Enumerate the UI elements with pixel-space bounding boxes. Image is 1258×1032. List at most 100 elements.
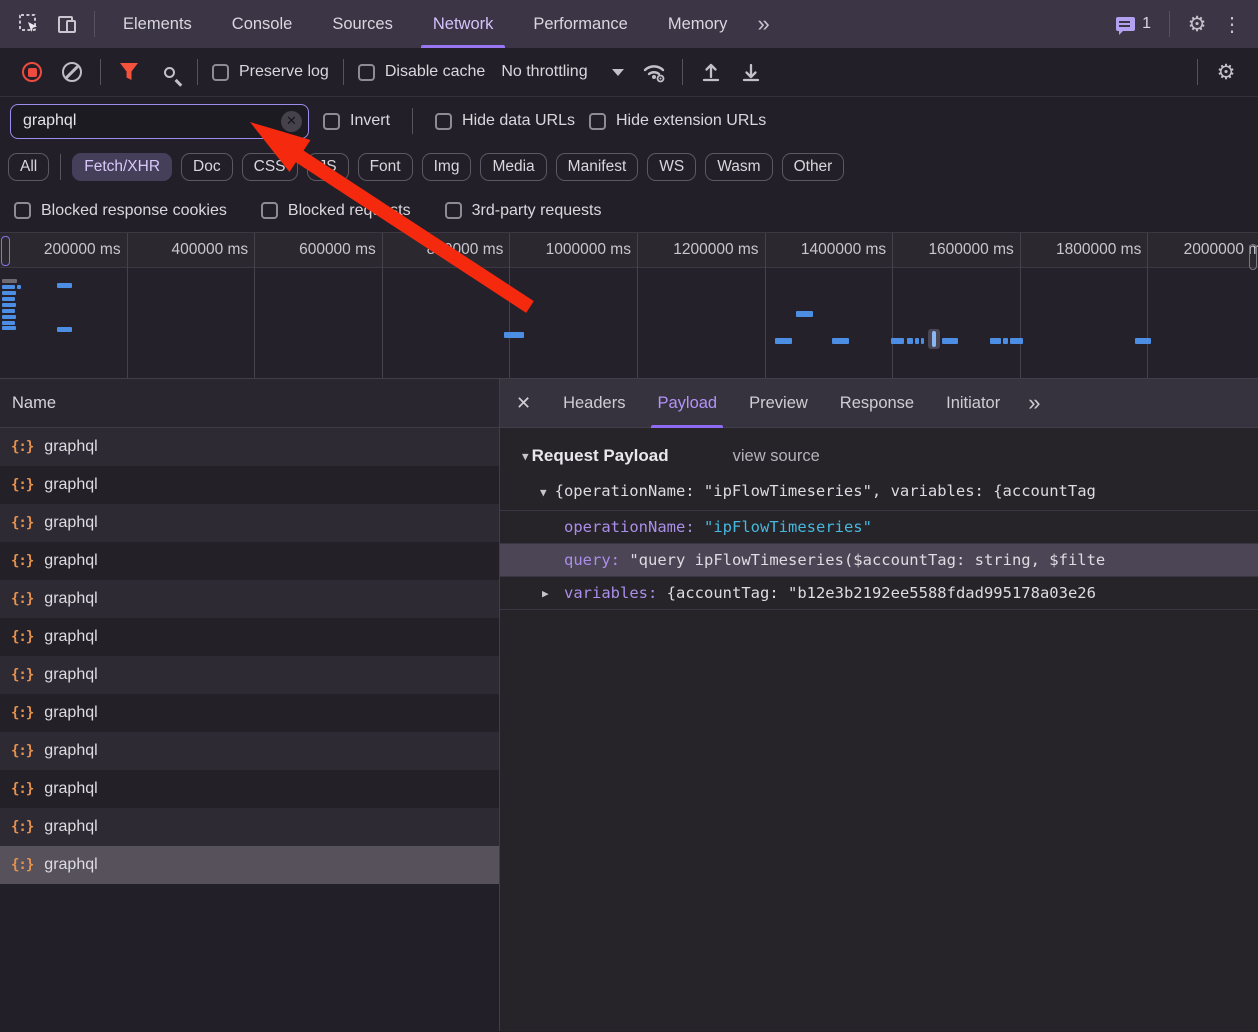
- filter-input[interactable]: [10, 104, 309, 139]
- request-row[interactable]: {:}graphql: [0, 580, 499, 618]
- request-row[interactable]: {:}graphql: [0, 694, 499, 732]
- timeline-bar: [915, 338, 919, 344]
- checkbox-box[interactable]: [435, 113, 452, 130]
- invert-checkbox[interactable]: Invert: [323, 112, 390, 130]
- request-payload-section[interactable]: ▼ Request Payload view source: [500, 440, 1258, 476]
- settings-gear-icon[interactable]: ⚙: [1182, 9, 1212, 39]
- chip-font[interactable]: Font: [358, 153, 413, 181]
- tab-memory[interactable]: Memory: [648, 0, 748, 48]
- third-party-requests-checkbox[interactable]: 3rd-party requests: [445, 202, 602, 220]
- issues-counter[interactable]: 1: [1116, 15, 1151, 33]
- request-row[interactable]: {:}graphql: [0, 428, 499, 466]
- tab-sources[interactable]: Sources: [312, 0, 413, 48]
- divider: [412, 108, 413, 134]
- divider: [60, 154, 61, 180]
- chip-wasm[interactable]: Wasm: [705, 153, 772, 181]
- chip-doc[interactable]: Doc: [181, 153, 233, 181]
- request-row[interactable]: {:}graphql: [0, 808, 499, 846]
- name-column-header[interactable]: Name: [0, 379, 499, 428]
- kebab-menu-icon[interactable]: ⋮: [1216, 12, 1248, 37]
- request-row[interactable]: {:}graphql: [0, 504, 499, 542]
- device-toolbar-icon[interactable]: [52, 9, 82, 39]
- json-braces-icon: {:}: [11, 705, 33, 721]
- hide-extension-urls-checkbox[interactable]: Hide extension URLs: [589, 112, 766, 130]
- checkbox-box[interactable]: [323, 113, 340, 130]
- request-row[interactable]: {:}graphql: [0, 542, 499, 580]
- payload-root-node[interactable]: ▼{operationName: "ipFlowTimeseries", var…: [500, 476, 1258, 510]
- clear-filter-icon[interactable]: ✕: [281, 111, 302, 132]
- chip-ws[interactable]: WS: [647, 153, 696, 181]
- tab-network[interactable]: Network: [413, 0, 514, 48]
- blocked-requests-checkbox[interactable]: Blocked requests: [261, 202, 411, 220]
- checkbox-box[interactable]: [589, 113, 606, 130]
- view-source-link[interactable]: view source: [733, 447, 820, 466]
- disable-cache-checkbox[interactable]: Disable cache: [358, 63, 486, 81]
- chip-js[interactable]: JS: [307, 153, 349, 181]
- tab-initiator[interactable]: Initiator: [930, 379, 1016, 428]
- divider: [100, 59, 101, 85]
- request-row[interactable]: {:}graphql: [0, 656, 499, 694]
- network-conditions-icon[interactable]: [639, 57, 669, 87]
- request-row[interactable]: {:}graphql: [0, 732, 499, 770]
- request-row[interactable]: {:}graphql: [0, 770, 499, 808]
- timeline-bar: [891, 338, 904, 344]
- preserve-log-checkbox[interactable]: Preserve log: [212, 63, 329, 81]
- checkbox-box[interactable]: [358, 64, 375, 81]
- expand-triangle-icon[interactable]: ▼: [522, 450, 529, 463]
- timeline-tick-label: 2000000 ms: [1148, 233, 1258, 267]
- throttling-value: No throttling: [501, 63, 587, 81]
- record-stop-icon[interactable]: [17, 57, 47, 87]
- tab-console[interactable]: Console: [212, 0, 313, 48]
- timeline-left-handle[interactable]: [1, 236, 10, 266]
- payload-row-query[interactable]: query: "query ipFlowTimeseries($accountT…: [500, 543, 1258, 576]
- network-settings-gear-icon[interactable]: ⚙: [1211, 57, 1241, 87]
- tab-preview[interactable]: Preview: [733, 379, 824, 428]
- timeline-right-handle[interactable]: [1249, 244, 1257, 270]
- request-name: graphql: [44, 856, 97, 874]
- payload-row-variables[interactable]: ▶ variables: {accountTag: "b12e3b2192ee5…: [500, 576, 1258, 609]
- checkbox-box[interactable]: [445, 202, 462, 219]
- payload-key: query:: [564, 551, 620, 569]
- request-row[interactable]: {:}graphql: [0, 466, 499, 504]
- export-har-icon[interactable]: [736, 57, 766, 87]
- more-detail-tabs-icon[interactable]: »: [1016, 390, 1050, 416]
- checkbox-box[interactable]: [14, 202, 31, 219]
- payload-row-operationname[interactable]: operationName: "ipFlowTimeseries": [500, 510, 1258, 543]
- tab-response[interactable]: Response: [824, 379, 930, 428]
- json-braces-icon: {:}: [11, 477, 33, 493]
- tab-performance[interactable]: Performance: [513, 0, 647, 48]
- tab-payload[interactable]: Payload: [641, 379, 733, 428]
- hide-data-urls-checkbox[interactable]: Hide data URLs: [435, 112, 575, 130]
- timeline-bar: [921, 338, 924, 344]
- inspect-element-icon[interactable]: [14, 9, 44, 39]
- payload-view: ▼ Request Payload view source ▼{operatio…: [500, 428, 1258, 610]
- filter-funnel-icon[interactable]: [114, 57, 144, 87]
- search-icon[interactable]: [154, 57, 184, 87]
- chip-img[interactable]: Img: [422, 153, 472, 181]
- request-row[interactable]: {:}graphql: [0, 618, 499, 656]
- checkbox-box[interactable]: [212, 64, 229, 81]
- checkbox-box[interactable]: [261, 202, 278, 219]
- throttling-dropdown[interactable]: No throttling: [501, 63, 623, 81]
- timeline-tick-label: 1400000 ms: [766, 233, 893, 267]
- chip-manifest[interactable]: Manifest: [556, 153, 639, 181]
- clear-network-log-icon[interactable]: [57, 57, 87, 87]
- request-name: graphql: [44, 590, 97, 608]
- chip-other[interactable]: Other: [782, 153, 845, 181]
- chip-all[interactable]: All: [8, 153, 49, 181]
- chip-fetch-xhr[interactable]: Fetch/XHR: [72, 153, 172, 181]
- expand-triangle-icon[interactable]: ▼: [540, 486, 547, 499]
- timeline-bar: [17, 285, 21, 289]
- import-har-icon[interactable]: [696, 57, 726, 87]
- chip-css[interactable]: CSS: [242, 153, 298, 181]
- chip-media[interactable]: Media: [480, 153, 546, 181]
- request-row[interactable]: {:}graphql: [0, 846, 499, 884]
- close-detail-icon[interactable]: ✕: [516, 393, 531, 414]
- expand-triangle-icon[interactable]: ▶: [542, 577, 549, 609]
- more-tabs-icon[interactable]: »: [747, 11, 777, 37]
- json-braces-icon: {:}: [11, 553, 33, 569]
- blocked-response-cookies-checkbox[interactable]: Blocked response cookies: [14, 202, 227, 220]
- tab-headers[interactable]: Headers: [547, 379, 641, 428]
- tab-elements[interactable]: Elements: [103, 0, 212, 48]
- network-overview-timeline[interactable]: 200000 ms400000 ms600000 ms800000 ms1000…: [0, 232, 1258, 379]
